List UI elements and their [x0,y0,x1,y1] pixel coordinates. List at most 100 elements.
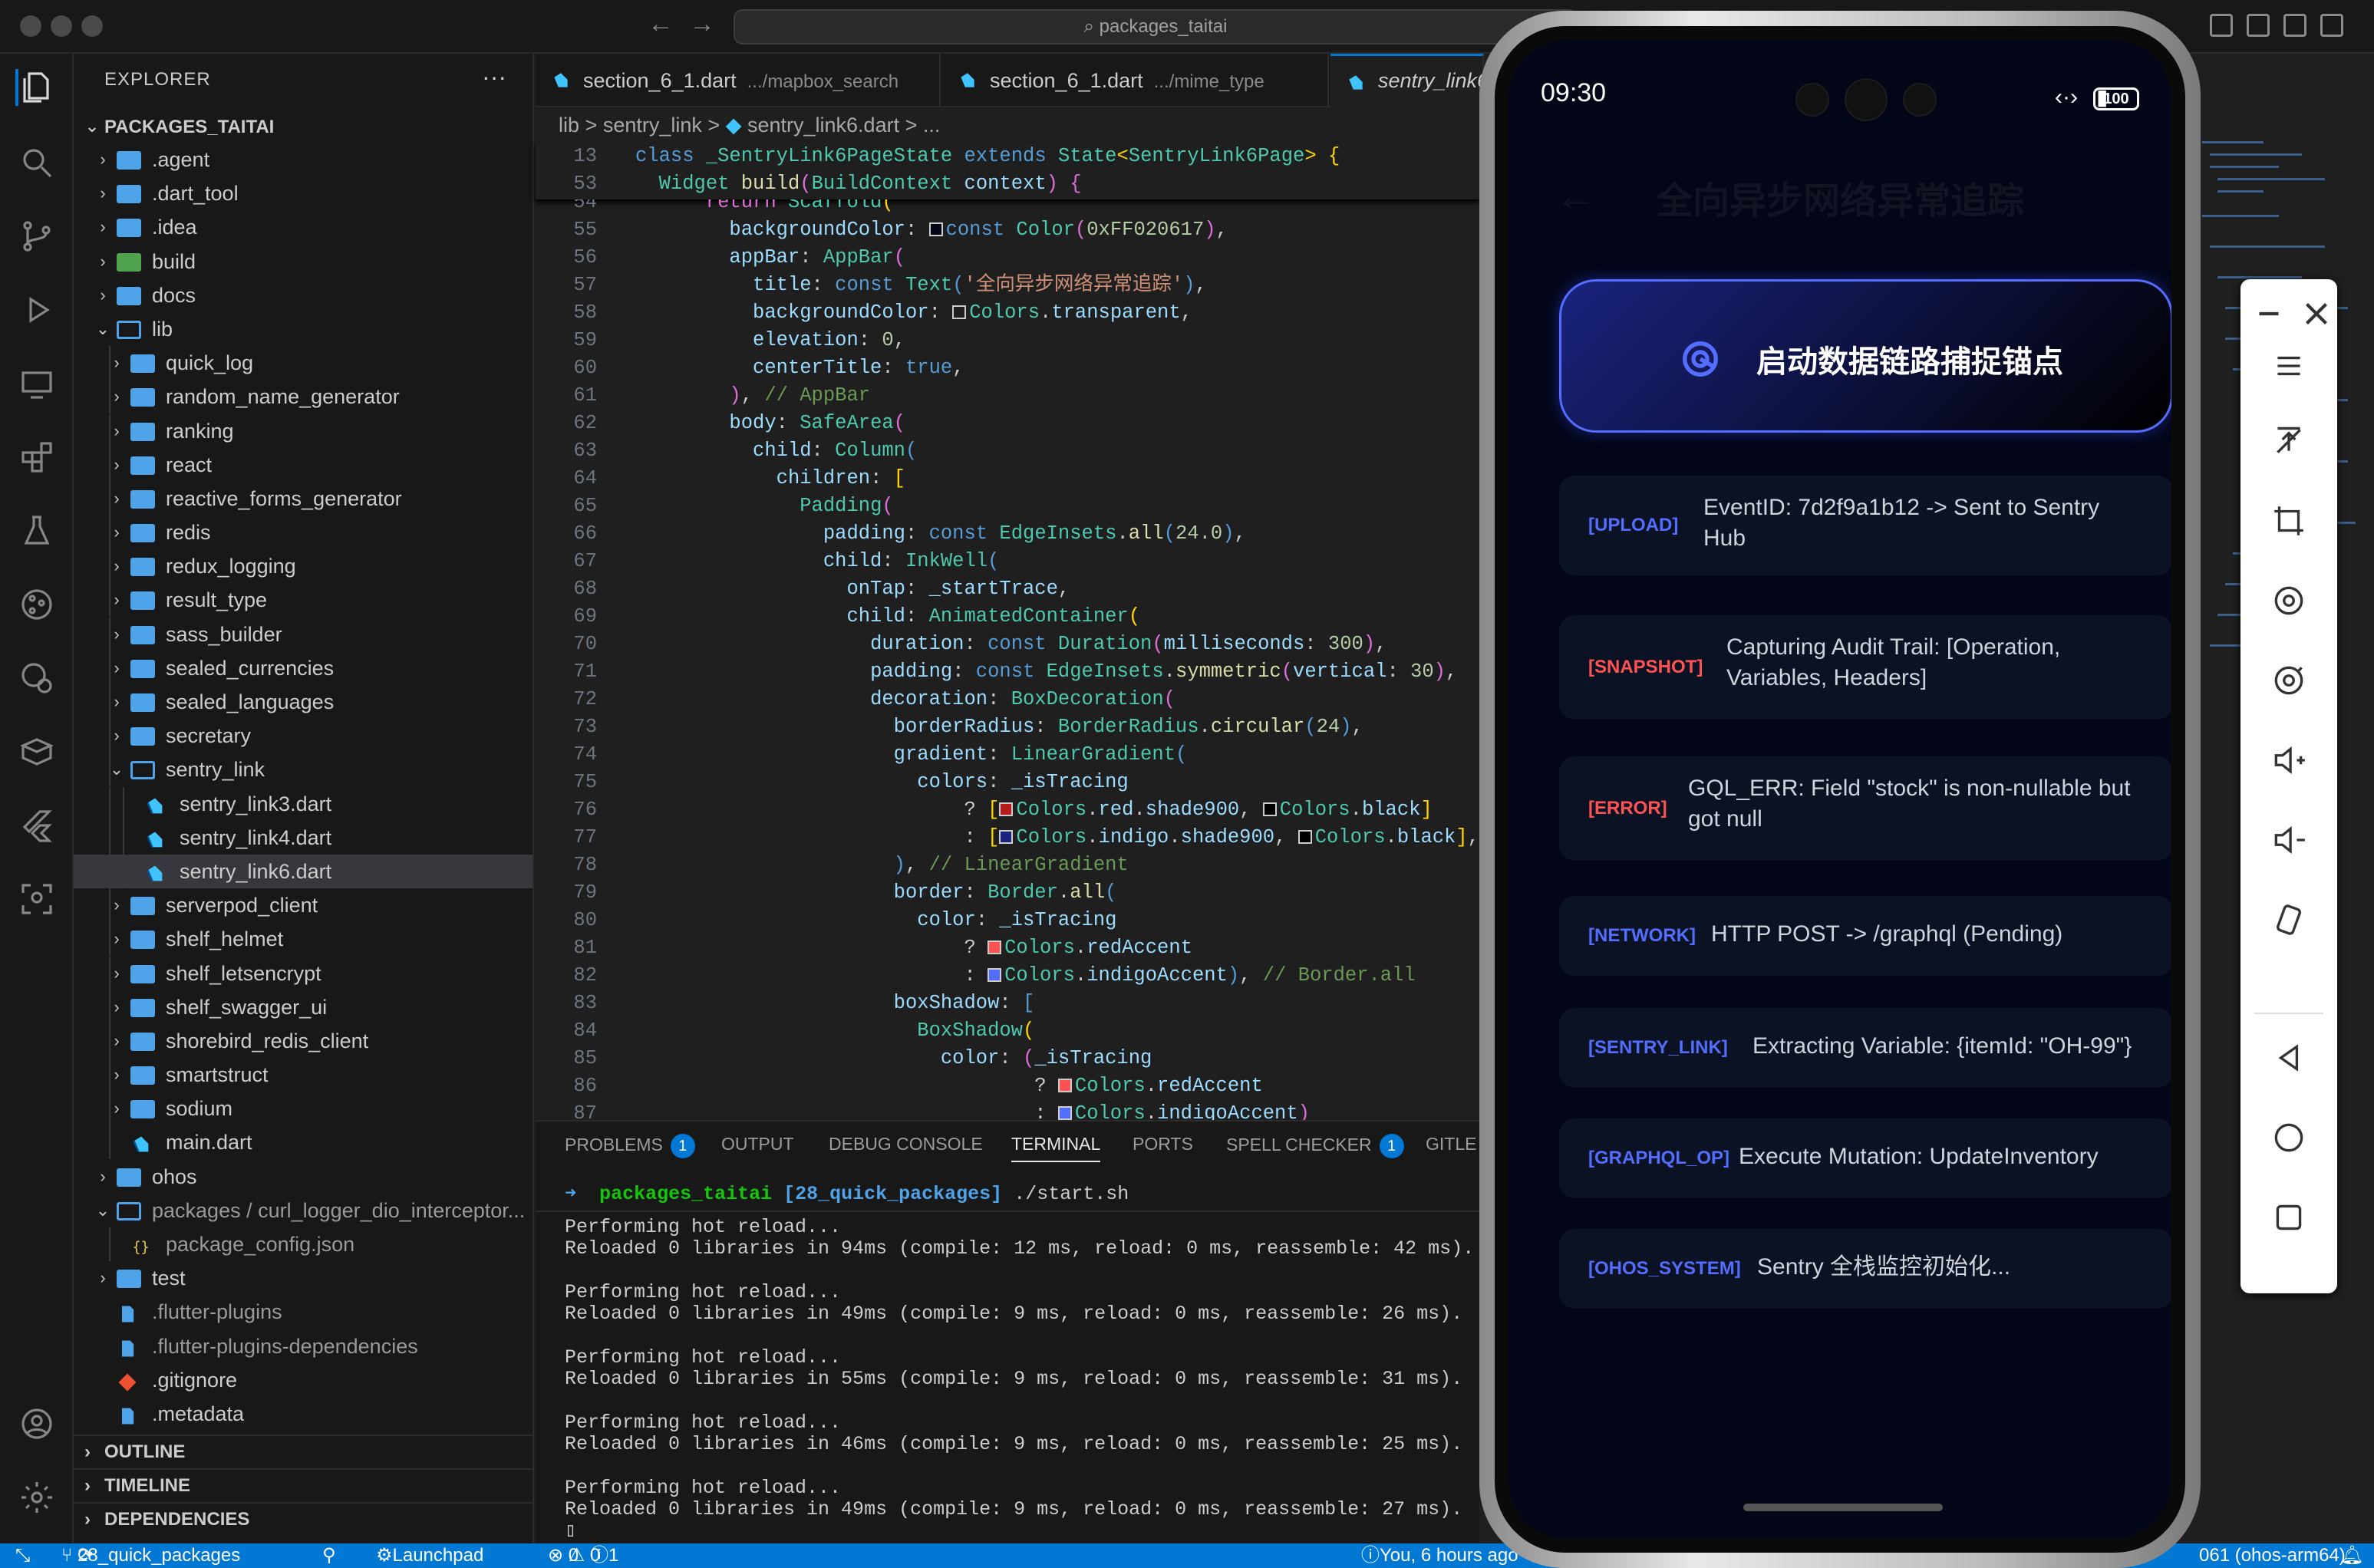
tree-item[interactable]: › shelf_swagger_ui [74,990,533,1024]
menu-icon[interactable] [2270,347,2308,385]
launchpad-item[interactable]: ⚙ Launchpad [376,1543,483,1568]
nav-back-triangle-icon[interactable] [2270,1039,2308,1077]
tree-item[interactable]: › sealed_currencies [74,651,533,685]
breadcrumb-symbol[interactable]: ... [923,114,941,137]
nav-home-circle-icon[interactable] [2270,1118,2308,1157]
nav-back-icon[interactable]: ← [648,9,674,39]
screen-record-icon[interactable] [2270,581,2308,620]
tree-item[interactable]: › sodium [74,1092,533,1126]
extensions-icon[interactable] [18,439,55,476]
home-indicator[interactable] [1743,1504,1943,1511]
layout-customize-icon[interactable] [2210,14,2233,37]
tree-item[interactable]: › serverpod_client [74,888,533,923]
branch-item[interactable]: ⑂ 28_quick_packages ⟳ [61,1543,240,1568]
dependencies-section[interactable]: › DEPENDENCIES [74,1502,533,1536]
gitlens-icon[interactable] [18,660,55,697]
tree-item[interactable]: › ranking [74,413,533,448]
tree-item[interactable]: sentry_link6.dart [74,854,533,889]
volume-up-icon[interactable] [2270,741,2308,779]
panel-tab-output[interactable]: OUTPUT [721,1134,794,1155]
panel-tab-debug-console[interactable]: DEBUG CONSOLE [829,1134,983,1155]
tree-item[interactable]: ⌄ lib [74,312,533,346]
pin-top-icon[interactable] [2270,420,2308,459]
breadcrumb-file[interactable]: sentry_link6.dart [747,114,899,137]
close-icon[interactable] [2297,295,2327,324]
git-graph-status-icon[interactable]: ⚲ [322,1543,336,1568]
zoom-window-button[interactable] [81,15,103,37]
tree-item[interactable]: › redis [74,516,533,550]
remote-explorer-icon[interactable] [18,365,55,402]
tree-item[interactable]: › random_name_generator [74,380,533,414]
nav-recents-square-icon[interactable] [2270,1198,2308,1237]
toggle-panel-icon[interactable] [2283,14,2306,37]
nav-forward-icon[interactable]: → [689,9,715,39]
tree-item[interactable]: › docs [74,278,533,312]
phone-screen[interactable]: 09:30 ‹·› ▮ 100 ← 全向异步网络异常追踪 启动数据链路捕捉锚点 … [1508,40,2171,1539]
tree-item[interactable]: › quick_log [74,346,533,380]
tree-item[interactable]: › ohos [74,1160,533,1194]
panel-tab-problems[interactable]: PROBLEMS 1 [565,1134,695,1158]
run-debug-icon[interactable] [18,292,55,328]
tree-item[interactable]: sentry_link4.dart [74,820,533,855]
panel-tab-terminal[interactable]: TERMINAL [1011,1134,1101,1162]
tree-item[interactable]: › test [74,1261,533,1295]
tree-item[interactable]: › shelf_letsencrypt [74,956,533,990]
rotate-screen-icon[interactable] [2270,661,2308,700]
source-control-icon[interactable] [18,218,55,255]
tree-item[interactable]: .flutter-plugins-dependencies [74,1329,533,1363]
flutter-icon[interactable] [18,807,55,844]
tree-item[interactable]: › reactive_forms_generator [74,481,533,516]
explorer-icon[interactable] [15,69,52,106]
volume-down-icon[interactable] [2270,821,2308,859]
testing-icon[interactable] [18,512,55,549]
tab-sentry-link6[interactable]: sentry_link6.dart [1330,54,1484,107]
accounts-icon[interactable] [18,1405,55,1442]
command-center-search[interactable]: ⌕ packages_taitai [734,9,1578,44]
tree-item[interactable]: › redux_logging [74,549,533,584]
outline-section[interactable]: › OUTLINE [74,1435,533,1468]
tree-item[interactable]: › .dart_tool [74,176,533,210]
tree-item[interactable]: .flutter-plugins [74,1295,533,1329]
settings-gear-icon[interactable] [18,1479,55,1516]
containers-icon[interactable] [18,733,55,770]
flutter-device[interactable]: 061 (ohos-arm64) [2199,1543,2346,1568]
tree-item[interactable]: › build [74,245,533,278]
explorer-more-icon[interactable]: ··· [482,63,506,91]
tree-item[interactable]: › shelf_helmet [74,922,533,957]
remote-icon[interactable]: ⤡ [15,1543,30,1568]
panel-tab-spell-checker[interactable]: SPELL CHECKER 1 [1226,1134,1404,1158]
tree-item[interactable]: sentry_link3.dart [74,786,533,821]
minimize-icon[interactable] [2250,295,2279,322]
tree-item[interactable]: › smartstruct [74,1058,533,1092]
tree-item[interactable]: › sass_builder [74,617,533,651]
tree-item[interactable]: › react [74,447,533,482]
git-blame-item[interactable]: ⓘ You, 6 hours ago [1361,1543,1518,1568]
close-window-button[interactable] [20,15,41,37]
tree-item[interactable]: .metadata [74,1397,533,1431]
tree-item[interactable]: .gitignore [74,1363,533,1397]
timeline-section[interactable]: › TIMELINE [74,1468,533,1502]
tree-item[interactable]: main.dart [74,1125,533,1160]
code-editor[interactable]: 54 return Scaffold( 55 backgroundColor: … [536,199,1479,1120]
toggle-secondary-sidebar-icon[interactable] [2320,14,2343,37]
tree-item[interactable]: › sealed_languages [74,685,533,719]
tree-item[interactable]: › secretary [74,719,533,753]
tree-item[interactable]: › shorebird_redis_client [74,1023,533,1058]
rotate-device-icon[interactable] [2270,901,2308,939]
panel-tab-ports[interactable]: PORTS [1133,1134,1193,1155]
toggle-sidebar-icon[interactable] [2247,14,2270,37]
tree-item[interactable]: › .agent [74,143,533,176]
tree-item[interactable]: {} package_config.json [74,1227,533,1261]
tree-item[interactable]: › .idea [74,210,533,244]
breadcrumb-sentry-link[interactable]: sentry_link [603,114,702,137]
tree-item[interactable]: › result_type [74,583,533,618]
tree-item[interactable]: ⌄ sentry_link [74,753,533,787]
breadcrumb-lib[interactable]: lib [559,114,579,137]
scan-icon[interactable] [18,881,55,917]
workspace-root[interactable]: ⌄ PACKAGES_TAITAI [74,110,533,143]
problems-status[interactable]: ⊗ 0 ⚠ 0 ⓘ 1 [548,1543,618,1568]
terminal-output[interactable]: Performing hot reload... Reloaded 0 libra… [565,1216,1474,1542]
notifications-bell-icon[interactable]: 🔔︎ [2340,1543,2363,1568]
search-icon[interactable] [18,144,55,181]
start-trace-button[interactable]: 启动数据链路捕捉锚点 [1559,279,2171,433]
